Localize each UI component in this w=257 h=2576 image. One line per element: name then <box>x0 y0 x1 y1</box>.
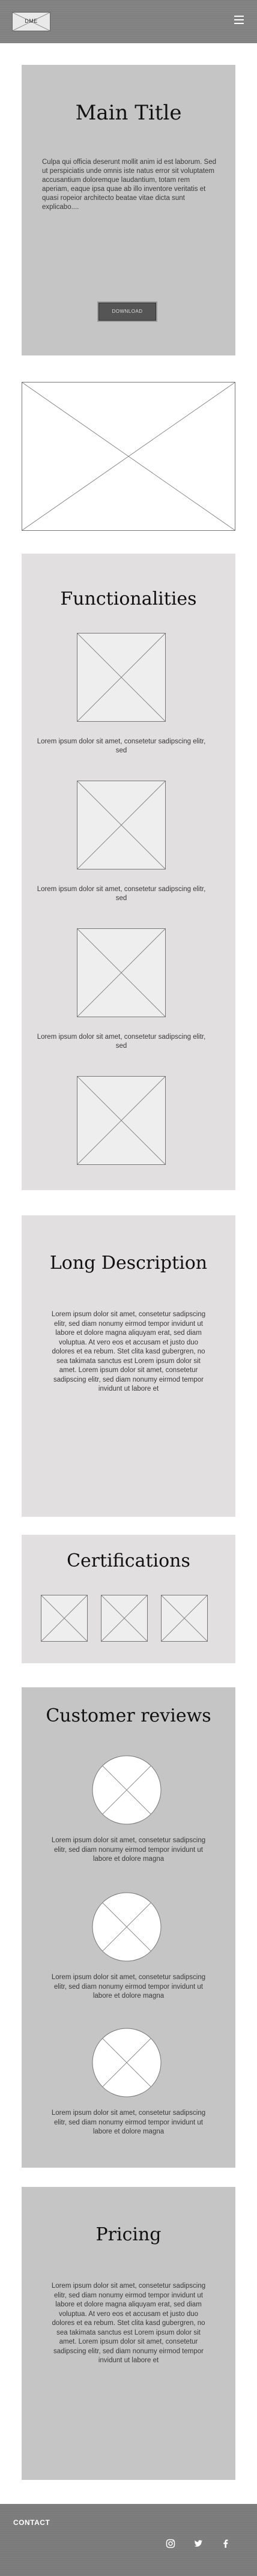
functionality-text: Lorem ipsum dolor sit amet, consetetur s… <box>37 886 206 902</box>
hamburger-menu-icon[interactable] <box>234 16 244 24</box>
certifications-title: Certifications <box>67 1550 190 1571</box>
site-footer: CONTACT <box>0 2504 257 2576</box>
reviewer-avatar-placeholder <box>91 2027 162 2098</box>
functionality-image-placeholder <box>77 781 166 869</box>
functionality-text: Lorem ipsum dolor sit amet, consetetur s… <box>37 1033 206 1050</box>
main-title: Main Title <box>75 101 182 125</box>
certification-image-placeholder <box>41 1595 88 1642</box>
functionality-text: Lorem ipsum dolor sit amet, consetetur s… <box>37 738 206 754</box>
certifications-section: Certifications <box>22 1535 235 1663</box>
review-text: Lorem ipsum dolor sit amet, consetetur s… <box>51 1974 206 2000</box>
review-text: Lorem ipsum dolor sit amet, consetetur s… <box>51 2109 206 2135</box>
long-description-title: Long Description <box>49 1253 208 1274</box>
customer-reviews-title: Customer reviews <box>46 1705 211 1726</box>
instagram-icon[interactable] <box>166 2539 175 2548</box>
pricing-text: Lorem ipsum dolor sit amet, consetetur s… <box>51 2282 206 2364</box>
pricing-section: Pricing Lorem ipsum dolor sit amet, cons… <box>22 2187 235 2480</box>
functionality-image-placeholder <box>77 1076 166 1165</box>
facebook-icon[interactable] <box>221 2539 231 2548</box>
hero-text: Culpa qui officia deserunt mollit anim i… <box>42 159 216 211</box>
pricing-title: Pricing <box>95 2224 162 2245</box>
hero-image-placeholder <box>22 382 235 531</box>
certification-image-placeholder <box>161 1595 208 1642</box>
contact-link[interactable]: CONTACT <box>13 2518 50 2527</box>
logo[interactable]: DME <box>12 12 50 31</box>
reviewer-avatar-placeholder <box>91 1755 162 1825</box>
functionalities-section: Functionalities Lorem ipsum dolor sit am… <box>22 554 235 1190</box>
long-description-text: Lorem ipsum dolor sit amet, consetetur s… <box>51 1311 206 1392</box>
site-header: DME <box>0 0 257 43</box>
twitter-icon[interactable] <box>193 2539 203 2548</box>
functionality-image-placeholder <box>77 633 166 722</box>
download-button[interactable]: DOWNLOAD <box>98 303 156 321</box>
certification-image-placeholder <box>101 1595 148 1642</box>
long-description-section: Long Description Lorem ipsum dolor sit a… <box>22 1215 235 1517</box>
reviewer-avatar-placeholder <box>91 1891 162 1962</box>
logo-text: DME <box>25 18 38 24</box>
review-text: Lorem ipsum dolor sit amet, consetetur s… <box>51 1837 206 1863</box>
functionality-image-placeholder <box>77 928 166 1017</box>
hero-section: Main Title Culpa qui officia deserunt mo… <box>22 65 235 355</box>
customer-reviews-section: Customer reviews Lorem ipsum dolor sit a… <box>22 1687 235 2168</box>
functionalities-title: Functionalities <box>60 588 197 609</box>
